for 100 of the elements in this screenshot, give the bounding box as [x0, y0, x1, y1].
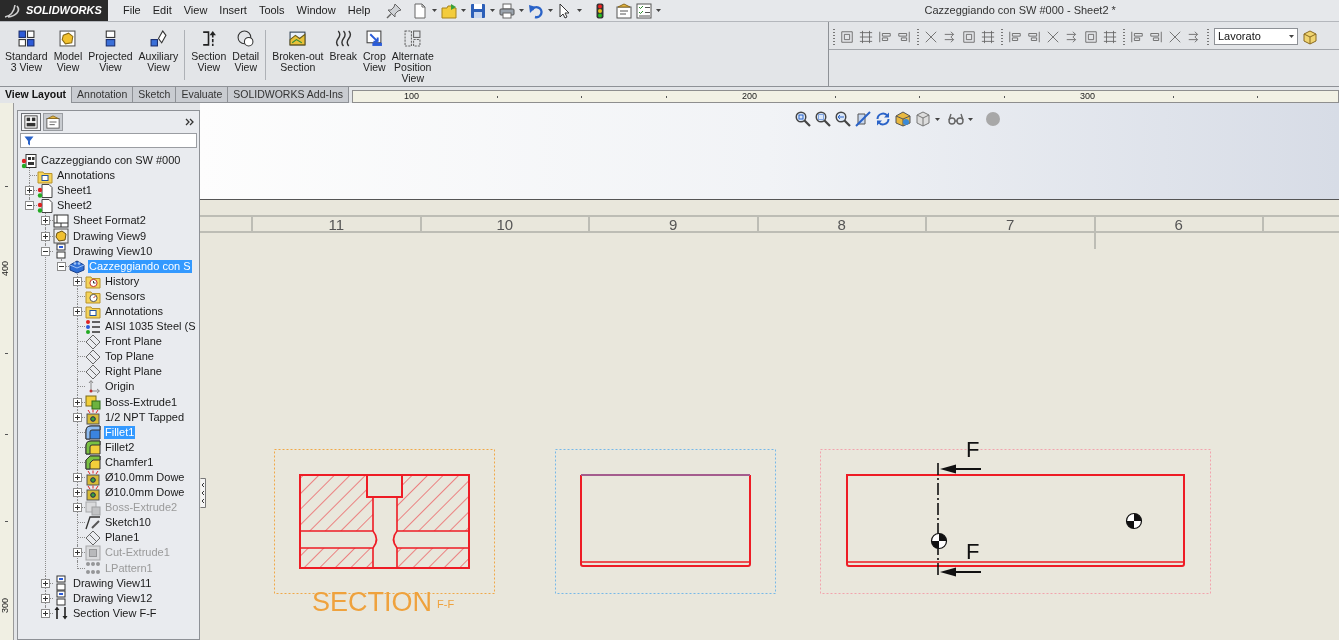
alignment-icon[interactable] [1008, 29, 1022, 44]
expand-icon[interactable] [25, 186, 34, 196]
properties-icon[interactable] [616, 2, 633, 19]
alignment-icon[interactable] [924, 29, 938, 44]
tree-item[interactable]: Origin [104, 380, 136, 394]
command-button[interactable]: Alternate Position View [388, 30, 437, 84]
caret-icon[interactable] [1289, 35, 1294, 38]
tree-item[interactable]: Right Plane [104, 365, 163, 379]
alignment-icon[interactable] [840, 29, 854, 44]
glasses-icon[interactable] [948, 111, 964, 127]
printer-icon[interactable] [499, 2, 516, 19]
alignment-icon[interactable] [1046, 29, 1060, 44]
caret-icon[interactable] [577, 9, 583, 12]
caret-icon[interactable] [432, 9, 438, 12]
checklist-icon[interactable] [636, 2, 653, 19]
rotate-icon[interactable] [875, 111, 891, 127]
tree-item[interactable]: Top Plane [104, 350, 155, 364]
panel-handle-icon[interactable] [200, 478, 206, 508]
display-style-icon[interactable] [895, 111, 911, 127]
tree-item[interactable]: Plane1 [104, 531, 141, 545]
tree-item[interactable]: Front Plane [104, 335, 163, 349]
expand-icon[interactable] [73, 503, 82, 513]
new-document-icon[interactable] [412, 2, 429, 19]
expand-icon[interactable] [73, 276, 82, 286]
alignment-icon[interactable] [1130, 29, 1144, 44]
expand-icon[interactable] [41, 578, 50, 588]
tree-item[interactable]: Boss-Extrude1 [104, 395, 179, 409]
tree-item[interactable]: Cazzeggiando con SW #000 [40, 154, 182, 168]
command-button[interactable]: Break [326, 30, 360, 62]
expand-icon[interactable] [73, 397, 82, 407]
configuration-dropdown[interactable]: Lavorato [1214, 28, 1298, 45]
collapse-icon[interactable] [41, 246, 50, 256]
caret-icon[interactable] [519, 9, 525, 12]
menu-item[interactable]: Window [290, 2, 342, 19]
command-button[interactable]: Auxiliary View [135, 30, 182, 73]
collapse-icon[interactable] [57, 261, 66, 271]
command-button[interactable]: Broken-out Section [269, 30, 327, 73]
tree-item[interactable]: Drawing View10 [72, 244, 154, 258]
tree-item[interactable]: 1/2 NPT Tapped [104, 410, 186, 424]
tree-item[interactable]: Ø10.0mm Dowe [104, 486, 186, 500]
expand-icon[interactable] [73, 307, 82, 316]
caret-icon[interactable] [968, 117, 973, 121]
tree-item[interactable]: Sketch10 [104, 516, 152, 530]
tree-item[interactable]: History [104, 274, 141, 288]
alignment-icon[interactable] [897, 29, 911, 44]
tree-item[interactable]: Sheet Format2 [72, 214, 147, 228]
command-button[interactable]: Standard 3 View [2, 30, 51, 73]
tree-item[interactable]: Annotations [56, 169, 117, 183]
alignment-icon[interactable] [1168, 29, 1182, 44]
tree-item[interactable]: Sensors [104, 289, 147, 303]
tree-item[interactable]: Fillet2 [104, 440, 136, 454]
menu-item[interactable]: File [117, 2, 147, 19]
alignment-icon[interactable] [1149, 29, 1163, 44]
pushpin-icon[interactable] [386, 2, 403, 19]
caret-icon[interactable] [548, 9, 554, 12]
command-tab[interactable]: Annotation [72, 87, 134, 103]
tree-item[interactable]: Drawing View9 [72, 229, 148, 243]
menu-item[interactable]: Help [341, 2, 377, 19]
tree-item[interactable]: Drawing View12 [72, 591, 154, 605]
tree-item[interactable]: Section View F-F [72, 606, 158, 620]
expand-panel-icon[interactable] [185, 118, 194, 126]
menu-item[interactable]: Tools [252, 2, 291, 19]
command-tab[interactable]: Sketch [133, 87, 177, 103]
tree-item[interactable]: Ø10.0mm Dowe [104, 471, 186, 484]
alignment-icon[interactable] [1065, 29, 1079, 44]
command-tab[interactable]: Evaluate [176, 87, 229, 103]
tree-item[interactable]: Sheet2 [56, 199, 93, 213]
tree-item[interactable]: Drawing View11 [72, 576, 153, 590]
command-button[interactable]: Crop View [360, 30, 389, 73]
command-button[interactable]: Detail View [229, 30, 263, 73]
menu-item[interactable]: Edit [146, 2, 178, 19]
zoom-to-fit-icon[interactable] [795, 111, 811, 127]
expand-icon[interactable] [41, 216, 50, 226]
panel-tab[interactable] [21, 113, 41, 131]
cube-icon[interactable] [1302, 28, 1318, 45]
alignment-icon[interactable] [859, 29, 873, 44]
caret-icon[interactable] [656, 9, 662, 12]
alignment-icon[interactable] [943, 29, 957, 44]
alignment-icon[interactable] [1187, 29, 1201, 44]
expand-icon[interactable] [41, 593, 50, 603]
tree-item[interactable]: Sheet1 [56, 184, 93, 198]
command-button[interactable]: Section View [188, 30, 230, 73]
command-tab[interactable]: SOLIDWORKS Add-Ins [228, 87, 349, 103]
caret-icon[interactable] [490, 9, 496, 12]
expand-icon[interactable] [73, 488, 82, 498]
expand-icon[interactable] [41, 608, 50, 618]
expand-icon[interactable] [73, 548, 82, 558]
tree-item[interactable]: Annotations [104, 305, 165, 318]
alignment-icon[interactable] [878, 29, 892, 44]
alignment-icon[interactable] [981, 29, 995, 44]
expand-icon[interactable] [73, 412, 82, 422]
previous-view-icon[interactable] [835, 111, 851, 127]
menu-item[interactable]: View [177, 2, 214, 19]
tree-item[interactable]: AISI 1035 Steel (S [104, 320, 197, 334]
command-button[interactable]: Model View [50, 30, 86, 73]
zoom-area-icon[interactable] [815, 111, 831, 127]
command-button[interactable]: Projected View [85, 30, 136, 73]
filter-field[interactable] [20, 133, 197, 148]
menu-item[interactable]: Insert [213, 2, 253, 19]
caret-icon[interactable] [461, 9, 467, 12]
